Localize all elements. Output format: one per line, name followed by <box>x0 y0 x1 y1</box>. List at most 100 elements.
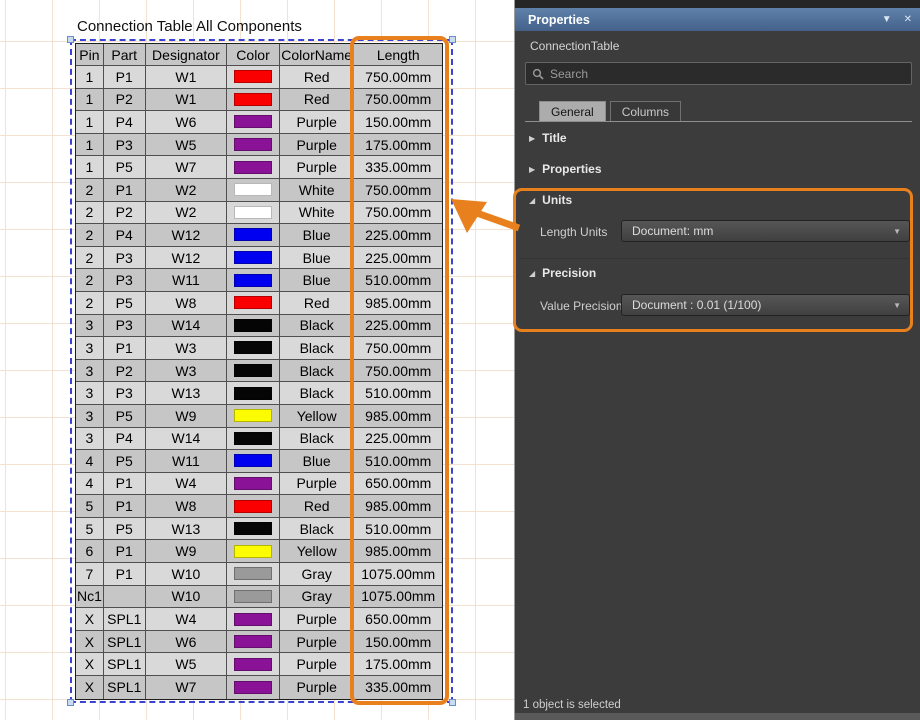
table-row: 6 P1 W9 Yellow 985.00mm <box>76 540 442 563</box>
cell-colorname: Red <box>280 495 355 518</box>
cell-pin: 3 <box>76 428 104 451</box>
cell-pin: X <box>76 631 104 654</box>
section-title-label: Title <box>542 131 566 145</box>
cell-color <box>227 156 280 179</box>
color-swatch <box>234 545 272 558</box>
cell-pin: 3 <box>76 337 104 360</box>
cell-color <box>227 360 280 383</box>
cell-length: 225.00mm <box>354 315 442 338</box>
value-precision-label: Value Precision <box>540 299 623 313</box>
section-units[interactable]: ◢ Units <box>529 193 572 207</box>
cell-colorname: Black <box>280 382 355 405</box>
color-swatch <box>234 432 272 445</box>
cell-color <box>227 66 280 89</box>
cell-part: SPL1 <box>104 608 146 631</box>
selection-handle-bottom-left[interactable] <box>67 699 74 706</box>
cell-pin: 1 <box>76 156 104 179</box>
cell-part: P2 <box>104 89 146 112</box>
selection-handle-top-left[interactable] <box>67 36 74 43</box>
cell-part: P4 <box>104 224 146 247</box>
cell-part: P1 <box>104 337 146 360</box>
value-precision-dropdown[interactable]: Document : 0.01 (1/100) ▼ <box>621 294 910 316</box>
color-swatch <box>234 251 272 264</box>
cell-colorname: Red <box>280 89 355 112</box>
cell-designator: W9 <box>146 405 228 428</box>
cell-length: 510.00mm <box>354 518 442 541</box>
cell-pin: 1 <box>76 111 104 134</box>
color-swatch <box>234 70 272 83</box>
table-row: 2 P3 W11 Blue 510.00mm <box>76 269 442 292</box>
cell-part: P5 <box>104 405 146 428</box>
cell-color <box>227 631 280 654</box>
cell-colorname: Red <box>280 66 355 89</box>
cell-pin: 2 <box>76 224 104 247</box>
cell-colorname: Yellow <box>280 405 355 428</box>
length-units-dropdown[interactable]: Document: mm ▼ <box>621 220 910 242</box>
cell-designator: W2 <box>146 179 228 202</box>
table-row: 1 P1 W1 Red 750.00mm <box>76 66 442 89</box>
cell-colorname: White <box>280 202 355 225</box>
selection-handle-bottom-right[interactable] <box>449 699 456 706</box>
section-properties[interactable]: ▶ Properties <box>529 162 602 176</box>
cell-pin: 2 <box>76 179 104 202</box>
color-swatch <box>234 228 272 241</box>
cell-designator: W10 <box>146 563 228 586</box>
cell-colorname: Black <box>280 315 355 338</box>
search-box[interactable] <box>525 62 912 85</box>
cell-colorname: Purple <box>280 608 355 631</box>
cell-length: 750.00mm <box>354 179 442 202</box>
cell-colorname: Purple <box>280 676 355 699</box>
expand-arrow-icon: ◢ <box>529 196 535 205</box>
color-swatch <box>234 477 272 490</box>
table-row: 7 P1 W10 Gray 1075.00mm <box>76 563 442 586</box>
cell-length: 150.00mm <box>354 631 442 654</box>
column-header-pin: Pin <box>76 44 104 66</box>
color-swatch <box>234 274 272 287</box>
cell-length: 750.00mm <box>354 360 442 383</box>
tab-general[interactable]: General <box>539 101 606 122</box>
cell-part: P1 <box>104 563 146 586</box>
cell-designator: W12 <box>146 247 228 270</box>
cell-designator: W6 <box>146 631 228 654</box>
tab-columns[interactable]: Columns <box>610 101 681 122</box>
cell-pin: 7 <box>76 563 104 586</box>
cell-colorname: Black <box>280 518 355 541</box>
cell-pin: 3 <box>76 315 104 338</box>
cell-designator: W4 <box>146 473 228 496</box>
cell-color <box>227 608 280 631</box>
section-precision[interactable]: ◢ Precision <box>529 266 596 280</box>
cell-colorname: Blue <box>280 450 355 473</box>
cell-colorname: White <box>280 179 355 202</box>
color-swatch <box>234 500 272 513</box>
table-row: 2 P3 W12 Blue 225.00mm <box>76 247 442 270</box>
cell-designator: W5 <box>146 134 228 157</box>
chevron-down-icon[interactable]: ▼ <box>882 14 892 25</box>
cell-color <box>227 428 280 451</box>
cell-pin: 6 <box>76 540 104 563</box>
section-title[interactable]: ▶ Title <box>529 131 567 145</box>
cell-length: 750.00mm <box>354 66 442 89</box>
close-icon[interactable]: ✕ <box>904 14 912 25</box>
connection-table[interactable]: Pin Part Designator Color ColorName Leng… <box>75 43 443 700</box>
cell-pin: X <box>76 676 104 699</box>
cell-part: P1 <box>104 540 146 563</box>
cell-pin: Nc1 <box>76 586 104 609</box>
cell-designator: W11 <box>146 450 228 473</box>
chevron-down-icon: ▼ <box>893 227 901 236</box>
cell-color <box>227 134 280 157</box>
cell-color <box>227 337 280 360</box>
selection-handle-top-right[interactable] <box>449 36 456 43</box>
table-row: 4 P1 W4 Purple 650.00mm <box>76 473 442 496</box>
cell-color <box>227 315 280 338</box>
cell-designator: W7 <box>146 156 228 179</box>
color-swatch <box>234 387 272 400</box>
search-input[interactable] <box>550 67 905 81</box>
table-row: 1 P2 W1 Red 750.00mm <box>76 89 442 112</box>
cell-length: 750.00mm <box>354 337 442 360</box>
color-swatch <box>234 590 272 603</box>
table-row: 5 P1 W8 Red 985.00mm <box>76 495 442 518</box>
cell-designator: W8 <box>146 495 228 518</box>
cell-designator: W8 <box>146 292 228 315</box>
column-header-part: Part <box>104 44 146 66</box>
cell-part <box>104 586 146 609</box>
